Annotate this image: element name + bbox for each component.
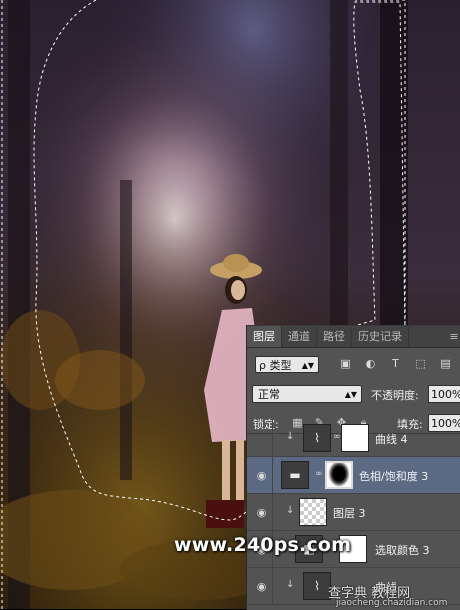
tab-paths[interactable]: 路径	[317, 326, 352, 347]
filter-kind-label: ρ 类型	[259, 359, 292, 372]
layers-panel: 图层 通道 路径 历史记录 ≡ ρ 类型 ▲▼ ▣ ◐ T ⬚ ▤ 正常 ▲▼ …	[246, 325, 460, 610]
layer-mask-thumb[interactable]	[341, 424, 369, 452]
clip-arrow-icon: ↓	[286, 579, 295, 590]
eye-icon[interactable]: ◉	[251, 568, 273, 604]
link-icon: ∞	[333, 432, 341, 442]
clip-arrow-icon: ↓	[286, 505, 295, 516]
curves-adjustment-icon: ⌇	[303, 424, 331, 452]
type-filter-icon[interactable]: T	[389, 358, 402, 370]
layer-name[interactable]: 曲线 4	[375, 431, 408, 447]
layer-filter-row: ρ 类型 ▲▼ ▣ ◐ T ⬚ ▤	[247, 354, 460, 376]
layer-thumb[interactable]	[299, 498, 327, 526]
tab-history[interactable]: 历史记录	[352, 326, 409, 347]
layer-name[interactable]: 色相/饱和度 3	[359, 468, 428, 484]
opacity-label: 不透明度:	[371, 389, 419, 402]
layer-mask-thumb[interactable]	[325, 461, 353, 489]
filter-kind-select[interactable]: ρ 类型 ▲▼	[255, 356, 319, 373]
eye-icon[interactable]: ◉	[251, 457, 273, 493]
panel-tabs: 图层 通道 路径 历史记录 ≡	[247, 326, 460, 348]
hue-saturation-adjustment-icon: ▬	[281, 461, 309, 489]
chevron-down-icon: ▲▼	[301, 361, 314, 370]
blend-row: 正常 ▲▼ 不透明度: 100%	[247, 384, 460, 406]
blend-mode-value: 正常	[258, 388, 280, 401]
site-watermark: www.240ps.com	[174, 534, 352, 556]
layer-row[interactable]: ↓ ⌇ ∞ 曲线 4	[247, 420, 460, 457]
domain-watermark: jiaocheng.chazidian.com	[336, 598, 448, 608]
layer-name[interactable]: 选取颜色 3	[375, 542, 430, 558]
layer-name[interactable]: 图层 3	[333, 505, 366, 521]
panel-menu-icon[interactable]: ≡	[447, 326, 460, 347]
layer-row[interactable]: ◉ ↓ 图层 3	[247, 494, 460, 531]
link-icon: ∞	[315, 469, 323, 479]
opacity-input[interactable]: 100%	[428, 385, 460, 403]
adjustment-filter-icon[interactable]: ◐	[364, 358, 377, 370]
visibility-toggle[interactable]	[251, 420, 273, 456]
curves-adjustment-icon: ⌇	[303, 572, 331, 600]
smart-object-filter-icon[interactable]: ▤	[439, 358, 452, 370]
eye-icon[interactable]: ◉	[251, 494, 273, 530]
chevron-down-icon: ▲▼	[344, 390, 357, 399]
blend-mode-select[interactable]: 正常 ▲▼	[252, 385, 362, 403]
image-filter-icon[interactable]: ▣	[339, 358, 352, 370]
tab-channels[interactable]: 通道	[282, 326, 317, 347]
shape-filter-icon[interactable]: ⬚	[414, 358, 427, 370]
tab-layers[interactable]: 图层	[247, 326, 282, 347]
layer-row[interactable]: ◉ ▬ ∞ 色相/饱和度 3	[247, 457, 460, 494]
clip-arrow-icon: ↓	[286, 431, 295, 442]
